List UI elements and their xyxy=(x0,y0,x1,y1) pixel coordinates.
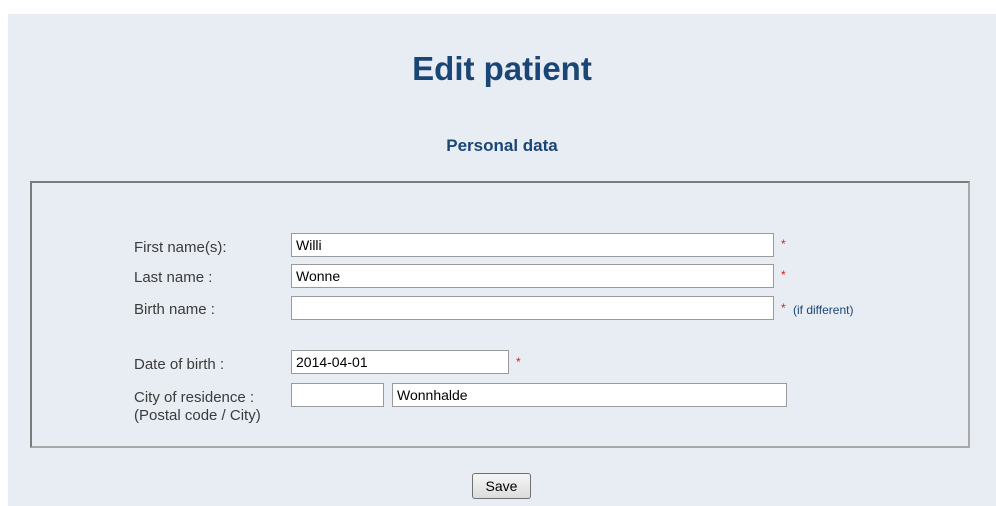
section-title: Personal data xyxy=(446,136,558,155)
page-title: Edit patient xyxy=(412,50,592,87)
postal-code-field[interactable] xyxy=(291,383,384,407)
birth-name-label: Birth name : xyxy=(134,301,215,318)
date-of-birth-required-mark: * xyxy=(516,355,521,369)
first-name-required-mark: * xyxy=(781,237,786,251)
city-of-residence-label: City of residence : xyxy=(134,389,255,406)
date-of-birth-label: Date of birth : xyxy=(134,356,225,373)
birth-name-hint: (if different) xyxy=(793,303,854,317)
save-button[interactable]: Save xyxy=(472,473,531,499)
birth-name-field[interactable] xyxy=(291,296,774,320)
birth-name-required-mark: * xyxy=(781,301,786,315)
first-name-label: First name(s): xyxy=(134,239,227,256)
page-container: Edit patient Personal data First name(s)… xyxy=(8,14,996,506)
last-name-label: Last name : xyxy=(134,269,213,286)
date-of-birth-field[interactable] xyxy=(291,350,509,374)
last-name-field[interactable] xyxy=(291,264,774,288)
first-name-field[interactable] xyxy=(291,233,774,257)
postal-code-city-sublabel: (Postal code / City) xyxy=(134,407,261,424)
last-name-required-mark: * xyxy=(781,268,786,282)
city-field[interactable] xyxy=(392,383,787,407)
